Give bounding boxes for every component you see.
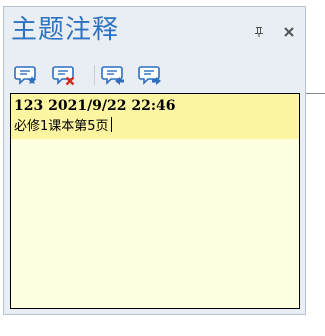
- panel-titlebar: 主题注释: [4, 7, 305, 57]
- note-editor[interactable]: 123 2021/9/22 22:46 必修1课本第5页: [10, 93, 300, 309]
- notes-toolbar: [4, 59, 305, 91]
- topic-notes-panel: 主题注释 123 2021/9/22 22:46 必修1课本第5页: [3, 6, 306, 315]
- comment-delete-icon: [52, 66, 75, 86]
- comment-previous-icon: [101, 66, 124, 85]
- comment-star-icon: [14, 66, 37, 85]
- close-button[interactable]: [281, 24, 297, 40]
- note-body-line[interactable]: 必修1课本第5页: [14, 117, 112, 135]
- previous-note-button[interactable]: [100, 62, 126, 88]
- text-caret: [110, 117, 112, 132]
- pin-icon: [255, 27, 263, 37]
- pin-button[interactable]: [251, 24, 267, 40]
- close-icon: [284, 27, 294, 37]
- note-header: 123 2021/9/22 22:46: [14, 98, 176, 114]
- toolbar-separator: [94, 65, 95, 85]
- note-body-text: 必修1课本第5页: [14, 119, 109, 134]
- panel-title: 主题注释: [11, 15, 120, 45]
- comment-next-icon: [138, 66, 161, 85]
- side-divider: [306, 93, 325, 94]
- next-note-button[interactable]: [137, 62, 163, 88]
- add-note-button[interactable]: [13, 62, 39, 88]
- delete-note-button[interactable]: [51, 62, 77, 88]
